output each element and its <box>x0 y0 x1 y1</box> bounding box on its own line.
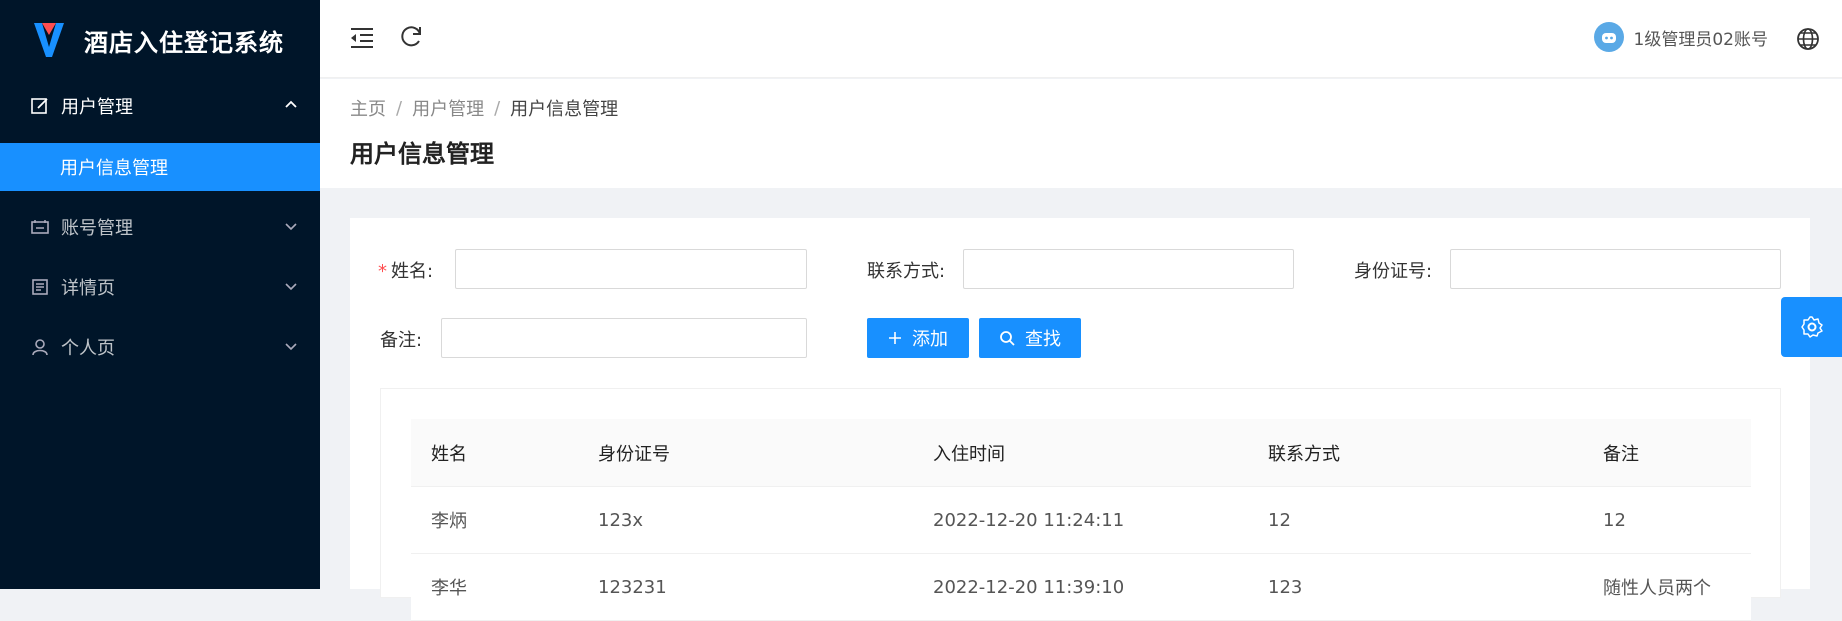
menu-label: 账号管理 <box>61 218 133 239</box>
search-button-label: 查找 <box>1025 329 1061 350</box>
menu-fold-icon[interactable] <box>348 24 376 52</box>
table-header: 姓名 身份证号 入住时间 联系方式 备注 <box>411 419 1751 487</box>
plus-icon <box>889 332 901 344</box>
cell-note: 12 <box>1603 509 1626 531</box>
cell-note: 随性人员两个 <box>1603 578 1711 599</box>
column-header-contact[interactable]: 联系方式 <box>1268 419 1340 486</box>
add-button-label: 添加 <box>912 329 948 350</box>
logo-icon <box>34 23 64 57</box>
column-header-note[interactable]: 备注 <box>1603 419 1639 486</box>
required-mark: * <box>378 261 387 282</box>
page-header: 主页 / 用户管理 / 用户信息管理 用户信息管理 <box>320 79 1842 188</box>
contact-input[interactable] <box>963 249 1294 289</box>
cell-contact: 123 <box>1268 576 1303 598</box>
reload-icon[interactable] <box>398 22 426 50</box>
content-card: * 姓名: 联系方式: 身份证号: 备注: 添加 查找 姓名 身份证号 入住时间 … <box>350 218 1810 621</box>
chevron-up-icon <box>285 100 297 108</box>
breadcrumb-user-management[interactable]: 用户管理 <box>412 95 484 121</box>
username: 1级管理员02账号 <box>1633 29 1768 50</box>
name-input[interactable] <box>455 249 807 289</box>
note-input[interactable] <box>441 318 807 358</box>
avatar <box>1593 22 1624 52</box>
edit-icon <box>31 98 48 114</box>
breadcrumb: 主页 / 用户管理 / 用户信息管理 <box>350 95 618 121</box>
cell-id: 123231 <box>598 576 667 598</box>
sidebar: 酒店入住登记系统 用户管理 用户信息管理 账号管理 详情页 个人页 <box>0 0 320 589</box>
globe-icon[interactable] <box>1794 25 1822 53</box>
breadcrumb-separator: / <box>396 97 403 119</box>
column-header-checkin-time[interactable]: 入住时间 <box>933 419 1005 486</box>
menu-personal[interactable]: 个人页 <box>0 323 320 371</box>
menu-account-management[interactable]: 账号管理 <box>0 203 320 251</box>
user-table: 姓名 身份证号 入住时间 联系方式 备注 李炳 123x 2022-12-20 … <box>380 388 1781 621</box>
name-label-text: 姓名: <box>391 261 434 282</box>
chevron-down-icon <box>285 223 297 231</box>
top-header: 1级管理员02账号 <box>320 0 1842 78</box>
chevron-down-icon <box>285 283 297 291</box>
profile-icon <box>32 279 48 295</box>
contact-label: 联系方式: <box>867 261 946 282</box>
chevron-down-icon <box>285 343 297 351</box>
id-number-input[interactable] <box>1450 249 1781 289</box>
cell-name: 李炳 <box>431 511 467 532</box>
cell-checkin-time: 2022-12-20 11:24:11 <box>933 509 1125 531</box>
menu-label: 个人页 <box>61 338 115 359</box>
gear-icon <box>1800 316 1823 338</box>
menu-details[interactable]: 详情页 <box>0 263 320 311</box>
cell-id: 123x <box>598 509 644 531</box>
sidebar-item-user-info[interactable]: 用户信息管理 <box>0 143 320 191</box>
submenu-label: 用户信息管理 <box>60 158 168 179</box>
note-label: 备注: <box>380 330 423 351</box>
logo-row: 酒店入住登记系统 <box>0 0 320 80</box>
robot-icon <box>1601 33 1616 43</box>
id-number-label: 身份证号: <box>1354 261 1433 282</box>
table-row[interactable]: 李炳 123x 2022-12-20 11:24:11 12 12 <box>411 487 1751 554</box>
table-row[interactable]: 李华 123231 2022-12-20 11:39:10 123 随性人员两个 <box>411 554 1751 621</box>
add-button[interactable]: 添加 <box>867 318 969 358</box>
user-icon <box>32 339 48 356</box>
app-title: 酒店入住登记系统 <box>84 28 284 57</box>
name-label: * 姓名: <box>378 257 433 283</box>
column-header-name[interactable]: 姓名 <box>431 419 467 486</box>
breadcrumb-current: 用户信息管理 <box>510 99 619 120</box>
cell-checkin-time: 2022-12-20 11:39:10 <box>933 576 1125 598</box>
menu-label: 详情页 <box>61 278 115 299</box>
search-button[interactable]: 查找 <box>979 318 1081 358</box>
column-header-id[interactable]: 身份证号 <box>598 419 670 486</box>
breadcrumb-separator: / <box>494 97 501 119</box>
cell-name: 李华 <box>431 578 467 599</box>
breadcrumb-home[interactable]: 主页 <box>350 95 386 121</box>
cell-contact: 12 <box>1268 509 1291 531</box>
settings-button[interactable] <box>1781 297 1842 357</box>
menu-label: 用户管理 <box>61 97 133 118</box>
search-icon <box>1000 331 1015 346</box>
menu-user-management[interactable]: 用户管理 <box>0 82 320 130</box>
page-title: 用户信息管理 <box>350 140 494 168</box>
id-card-icon <box>31 220 49 234</box>
user-menu[interactable]: 1级管理员02账号 <box>1593 22 1768 52</box>
